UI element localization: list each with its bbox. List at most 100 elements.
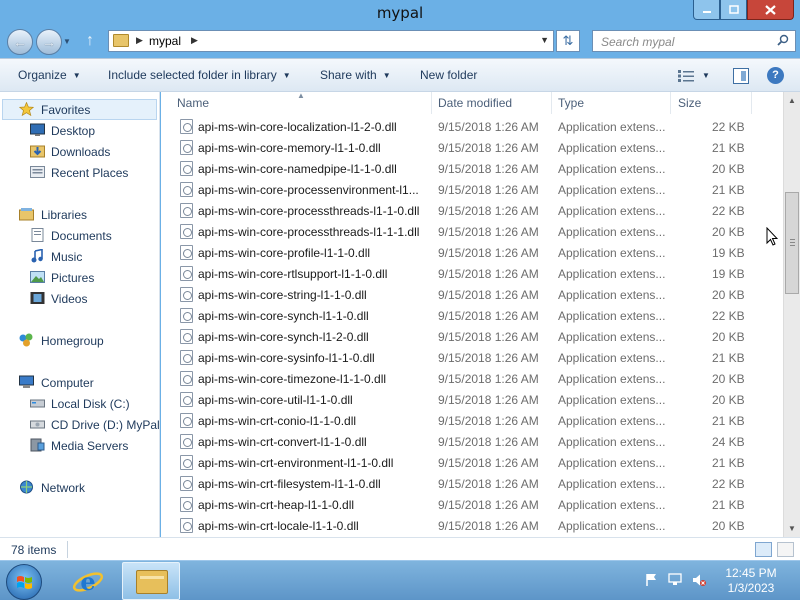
nav-media-servers[interactable]: Media Servers: [0, 436, 159, 456]
nav-documents-label: Documents: [51, 229, 112, 243]
system-clock[interactable]: 12:45 PM 1/3/2023: [716, 566, 786, 596]
nav-documents[interactable]: Documents: [0, 226, 159, 246]
file-name: api-ms-win-core-rtlsupport-l1-1-0.dll: [198, 267, 388, 281]
column-header-name[interactable]: Name: [177, 96, 209, 110]
nav-pictures[interactable]: Pictures: [0, 268, 159, 288]
maximize-button[interactable]: [720, 0, 747, 20]
vertical-scrollbar[interactable]: ▲ ▼: [783, 92, 800, 537]
search-icon[interactable]: [777, 34, 789, 46]
file-date-modified: 9/15/2018 1:26 AM: [438, 225, 539, 239]
action-center-flag-icon[interactable]: [644, 573, 658, 587]
table-row[interactable]: api-ms-win-core-util-l1-1-0.dll 9/15/2018…: [161, 389, 783, 410]
preview-pane-icon[interactable]: [733, 68, 749, 84]
nav-cd-drive[interactable]: CD Drive (D:) MyPal: [0, 415, 159, 435]
scroll-down-button[interactable]: ▼: [784, 520, 800, 537]
refresh-button[interactable]: ⇅: [556, 30, 580, 52]
nav-downloads[interactable]: Downloads: [0, 142, 159, 162]
table-row[interactable]: api-ms-win-core-memory-l1-1-0.dll 9/15/20…: [161, 137, 783, 158]
table-row[interactable]: api-ms-win-core-synch-l1-1-0.dll 9/15/201…: [161, 305, 783, 326]
column-divider[interactable]: [551, 92, 552, 114]
internet-explorer-icon[interactable]: e: [70, 565, 106, 598]
table-row[interactable]: api-ms-win-crt-environment-l1-1-0.dll 9/1…: [161, 452, 783, 473]
file-type: Application extens...: [558, 477, 666, 491]
column-header-date[interactable]: Date modified: [438, 96, 512, 110]
table-row[interactable]: api-ms-win-crt-convert-l1-1-0.dll 9/15/20…: [161, 431, 783, 452]
organize-button[interactable]: Organize ▼: [18, 68, 81, 82]
table-row[interactable]: api-ms-win-crt-filesystem-l1-1-0.dll 9/15…: [161, 473, 783, 494]
nav-local-disk[interactable]: Local Disk (C:): [0, 394, 159, 414]
new-folder-button[interactable]: New folder: [420, 68, 477, 82]
recent-pages-dropdown[interactable]: ▼: [63, 37, 71, 46]
nav-computer[interactable]: Computer: [0, 373, 159, 393]
column-divider[interactable]: [670, 92, 671, 114]
column-divider[interactable]: [751, 92, 752, 114]
clock-date: 1/3/2023: [727, 581, 775, 595]
large-icons-view-button[interactable]: [777, 542, 794, 557]
nav-network[interactable]: Network: [0, 478, 159, 498]
file-date-modified: 9/15/2018 1:26 AM: [438, 330, 539, 344]
column-header-size[interactable]: Size: [678, 96, 701, 110]
table-row[interactable]: api-ms-win-crt-locale-l1-1-0.dll 9/15/201…: [161, 515, 783, 536]
file-date-modified: 9/15/2018 1:26 AM: [438, 183, 539, 197]
file-explorer-taskbar-button[interactable]: [122, 562, 180, 600]
scroll-thumb[interactable]: [785, 192, 799, 294]
breadcrumb-arrow-icon[interactable]: ▶: [136, 35, 143, 46]
file-name: api-ms-win-core-util-l1-1-0.dll: [198, 393, 353, 407]
nav-libraries[interactable]: Libraries: [0, 205, 159, 225]
details-view-button[interactable]: [755, 542, 772, 557]
table-row[interactable]: api-ms-win-core-namedpipe-l1-1-0.dll 9/15…: [161, 158, 783, 179]
column-header-type[interactable]: Type: [558, 96, 584, 110]
file-name: api-ms-win-crt-filesystem-l1-1-0.dll: [198, 477, 381, 491]
table-row[interactable]: api-ms-win-core-localization-l1-2-0.dll 9…: [161, 116, 783, 137]
include-in-library-button[interactable]: Include selected folder in library ▼: [108, 68, 291, 82]
column-divider[interactable]: [431, 92, 432, 114]
table-row[interactable]: api-ms-win-core-string-l1-1-0.dll 9/15/20…: [161, 284, 783, 305]
minimize-button[interactable]: [693, 0, 720, 20]
close-button[interactable]: [747, 0, 794, 20]
dll-file-icon: [180, 224, 193, 239]
start-button[interactable]: [6, 564, 42, 600]
table-row[interactable]: api-ms-win-crt-heap-l1-1-0.dll 9/15/2018 …: [161, 494, 783, 515]
search-input[interactable]: Search mypal: [592, 30, 796, 52]
file-type: Application extens...: [558, 435, 666, 449]
network-tray-icon[interactable]: [668, 573, 682, 587]
nav-recent-places[interactable]: Recent Places: [0, 163, 159, 183]
dll-file-icon: [180, 308, 193, 323]
table-row[interactable]: api-ms-win-crt-conio-l1-1-0.dll 9/15/2018…: [161, 410, 783, 431]
nav-videos-label: Videos: [51, 292, 88, 306]
scroll-up-button[interactable]: ▲: [784, 92, 800, 109]
nav-favorites[interactable]: Favorites: [0, 100, 159, 120]
table-row[interactable]: api-ms-win-core-processenvironment-l1...…: [161, 179, 783, 200]
change-view-icon[interactable]: [678, 70, 694, 82]
file-size: 22 KB: [712, 204, 745, 218]
table-row[interactable]: api-ms-win-core-processthreads-l1-1-1.dl…: [161, 221, 783, 242]
table-row[interactable]: api-ms-win-core-synch-l1-2-0.dll 9/15/201…: [161, 326, 783, 347]
help-icon[interactable]: ?: [767, 67, 784, 84]
nav-desktop[interactable]: Desktop: [0, 121, 159, 141]
table-row[interactable]: api-ms-win-core-sysinfo-l1-1-0.dll 9/15/2…: [161, 347, 783, 368]
up-button[interactable]: ↑: [86, 32, 94, 50]
share-with-button[interactable]: Share with ▼: [320, 68, 391, 82]
file-date-modified: 9/15/2018 1:26 AM: [438, 267, 539, 281]
back-button[interactable]: ←: [7, 29, 33, 55]
forward-button[interactable]: →: [36, 29, 62, 55]
table-row[interactable]: api-ms-win-core-processthreads-l1-1-0.dl…: [161, 200, 783, 221]
title-bar[interactable]: mypal: [0, 0, 800, 26]
svg-text:e: e: [80, 567, 95, 596]
table-row[interactable]: api-ms-win-core-timezone-l1-1-0.dll 9/15/…: [161, 368, 783, 389]
breadcrumb-arrow-icon[interactable]: ▶: [191, 35, 198, 46]
address-bar[interactable]: ▶ mypal ▶ ▼: [108, 30, 554, 52]
address-dropdown-icon[interactable]: ▼: [540, 35, 549, 45]
file-size: 22 KB: [712, 477, 745, 491]
volume-muted-icon[interactable]: [692, 573, 706, 587]
nav-homegroup[interactable]: Homegroup: [0, 331, 159, 351]
nav-videos[interactable]: Videos: [0, 289, 159, 309]
table-row[interactable]: api-ms-win-core-rtlsupport-l1-1-0.dll 9/1…: [161, 263, 783, 284]
view-options-dropdown[interactable]: ▼: [702, 71, 710, 80]
status-divider: [67, 541, 68, 558]
table-row[interactable]: api-ms-win-core-profile-l1-1-0.dll 9/15/2…: [161, 242, 783, 263]
file-date-modified: 9/15/2018 1:26 AM: [438, 498, 539, 512]
nav-music[interactable]: Music: [0, 247, 159, 267]
recent-places-icon: [30, 166, 45, 178]
breadcrumb-mypal[interactable]: mypal: [149, 34, 181, 48]
